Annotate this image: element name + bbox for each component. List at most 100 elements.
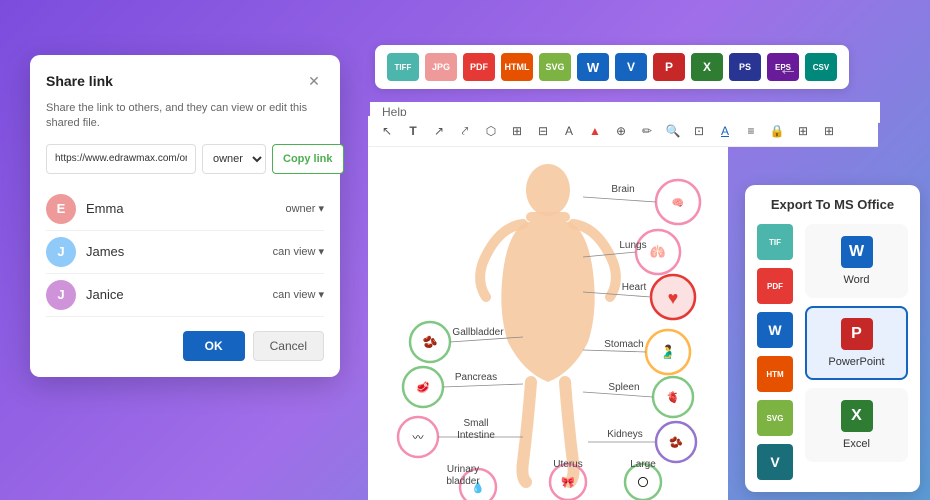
svg-text:Kidneys: Kidneys [607, 429, 643, 440]
export-panel-title: Export To MS Office [757, 197, 908, 212]
export-ps-btn[interactable]: PS [729, 53, 761, 81]
user-name-james: James [86, 244, 273, 259]
export-jpg-btn[interactable]: JPG [425, 53, 457, 81]
ok-button[interactable]: OK [183, 331, 245, 361]
link-input[interactable] [46, 144, 196, 174]
svg-text:Heart: Heart [622, 282, 647, 293]
export-excel-option[interactable]: X Excel [805, 388, 908, 462]
user-item-janice: J Janice can view ▾ [46, 274, 324, 317]
chevron-down-icon: ▾ [318, 245, 324, 258]
lock-tool[interactable]: 🔒 [766, 120, 788, 142]
table-tool[interactable]: ⊞ [506, 120, 528, 142]
word-label: Word [843, 274, 869, 286]
powerpoint-label: PowerPoint [828, 356, 884, 368]
svg-text:Small: Small [463, 418, 488, 429]
export-excel-btn[interactable]: X [691, 53, 723, 81]
align-tool[interactable]: ≡ [740, 120, 762, 142]
user-item-james: J James can view ▾ [46, 231, 324, 274]
zoom-tool[interactable]: 🔍 [662, 120, 684, 142]
share-link-dialog: Share link ✕ Share the link to others, a… [30, 55, 340, 377]
chevron-down-icon: ▾ [318, 202, 324, 215]
link-row: owner Copy link [46, 144, 324, 174]
tool-bar: ↖ T ↗ ⤤ ⬡ ⊞ ⊟ A ▲ ⊕ ✏ 🔍 ⊡ A ≡ 🔒 ⊞ ⊞ [368, 116, 878, 147]
export-ppt-btn[interactable]: P [653, 53, 685, 81]
svg-text:Gallbladder: Gallbladder [452, 327, 504, 338]
text-tool[interactable]: T [402, 120, 424, 142]
svg-text:Urinary: Urinary [447, 464, 479, 475]
export-visio-btn[interactable]: V [615, 53, 647, 81]
text2-tool[interactable]: A [558, 120, 580, 142]
copy-link-btn[interactable]: Copy link [272, 144, 344, 174]
user-item-emma: E Emma owner ▾ [46, 188, 324, 231]
dialog-header: Share link ✕ [46, 71, 324, 91]
svg-text:bladder: bladder [446, 476, 480, 487]
dialog-title: Share link [46, 73, 113, 89]
svg-text:🫀: 🫀 [666, 391, 680, 404]
pen-tool[interactable]: A [714, 120, 736, 142]
user-role-james[interactable]: can view ▾ [273, 245, 324, 258]
user-role-emma[interactable]: owner ▾ [286, 202, 325, 215]
export-tiff-btn[interactable]: TIFF [387, 53, 419, 81]
more-tool[interactable]: ⊞ [818, 120, 840, 142]
svg-text:🫘: 🫘 [669, 435, 683, 449]
excel-label: Excel [843, 438, 870, 450]
svg-text:♥: ♥ [668, 288, 679, 308]
svg-text:Uterus: Uterus [553, 459, 582, 470]
export-html-btn[interactable]: HTML [501, 53, 533, 81]
arrow-indicator: ← [778, 58, 798, 81]
anatomy-area: 🧠 Brain 🫁 Lungs ♥ Heart 🫘 Gallbladder 🫃 … [368, 142, 728, 500]
export-powerpoint-option[interactable]: P PowerPoint [805, 306, 908, 380]
line-tool[interactable]: ↗ [428, 120, 450, 142]
svg-text:Stomach: Stomach [604, 339, 643, 350]
export-word-btn[interactable]: W [577, 53, 609, 81]
side-word-btn[interactable]: W [757, 312, 793, 348]
export-word-option[interactable]: W Word [805, 224, 908, 298]
side-tif-btn[interactable]: TIF [757, 224, 793, 260]
dialog-close-btn[interactable]: ✕ [304, 71, 324, 91]
shape-tool[interactable]: ⬡ [480, 120, 502, 142]
svg-text:Pancreas: Pancreas [455, 372, 497, 383]
connector-tool[interactable]: ⊕ [610, 120, 632, 142]
export-pdf-btn[interactable]: PDF [463, 53, 495, 81]
export-svg-btn[interactable]: SVG [539, 53, 571, 81]
side-v-btn[interactable]: V [757, 444, 793, 480]
edit-tool[interactable]: ✏ [636, 120, 658, 142]
user-name-janice: Janice [86, 287, 273, 302]
svg-text:🫘: 🫘 [423, 334, 438, 349]
svg-text:〇: 〇 [638, 476, 649, 489]
chart-tool[interactable]: ⊟ [532, 120, 554, 142]
arrow-tool[interactable]: ⤤ [454, 120, 476, 142]
side-pdf-btn[interactable]: PDF [757, 268, 793, 304]
svg-text:Brain: Brain [611, 184, 634, 195]
excel-icon: X [841, 400, 873, 432]
export-csv-btn[interactable]: CSV [805, 53, 837, 81]
user-role-janice[interactable]: can view ▾ [273, 288, 324, 301]
image-tool[interactable]: ⊞ [792, 120, 814, 142]
word-icon: W [841, 236, 873, 268]
crop-tool[interactable]: ⊡ [688, 120, 710, 142]
chevron-down-icon: ▾ [318, 288, 324, 301]
side-svg-btn[interactable]: SVG [757, 400, 793, 436]
cancel-button[interactable]: Cancel [253, 331, 324, 361]
svg-text:🧠: 🧠 [672, 197, 684, 209]
powerpoint-icon: P [841, 318, 873, 350]
cursor-tool[interactable]: ↖ [376, 120, 398, 142]
svg-text:Lungs: Lungs [619, 240, 646, 251]
avatar-emma: E [46, 194, 76, 224]
svg-text:🥩: 🥩 [416, 381, 430, 394]
avatar-james: J [46, 237, 76, 267]
link-permission-select[interactable]: owner [202, 144, 266, 174]
svg-text:🫁: 🫁 [650, 244, 666, 259]
dialog-description: Share the link to others, and they can v… [46, 101, 324, 132]
side-html-btn[interactable]: HTM [757, 356, 793, 392]
export-panel: Export To MS Office TIF PDF W HTM SVG V … [745, 185, 920, 492]
svg-text:🫃: 🫃 [660, 344, 676, 359]
svg-text:〰: 〰 [413, 432, 424, 444]
svg-text:Large: Large [630, 459, 656, 470]
avatar-janice: J [46, 280, 76, 310]
svg-text:Intestine: Intestine [457, 430, 495, 441]
svg-text:🎀: 🎀 [561, 476, 575, 489]
user-name-emma: Emma [86, 201, 286, 216]
dialog-actions: OK Cancel [46, 331, 324, 361]
fill-tool[interactable]: ▲ [584, 120, 606, 142]
